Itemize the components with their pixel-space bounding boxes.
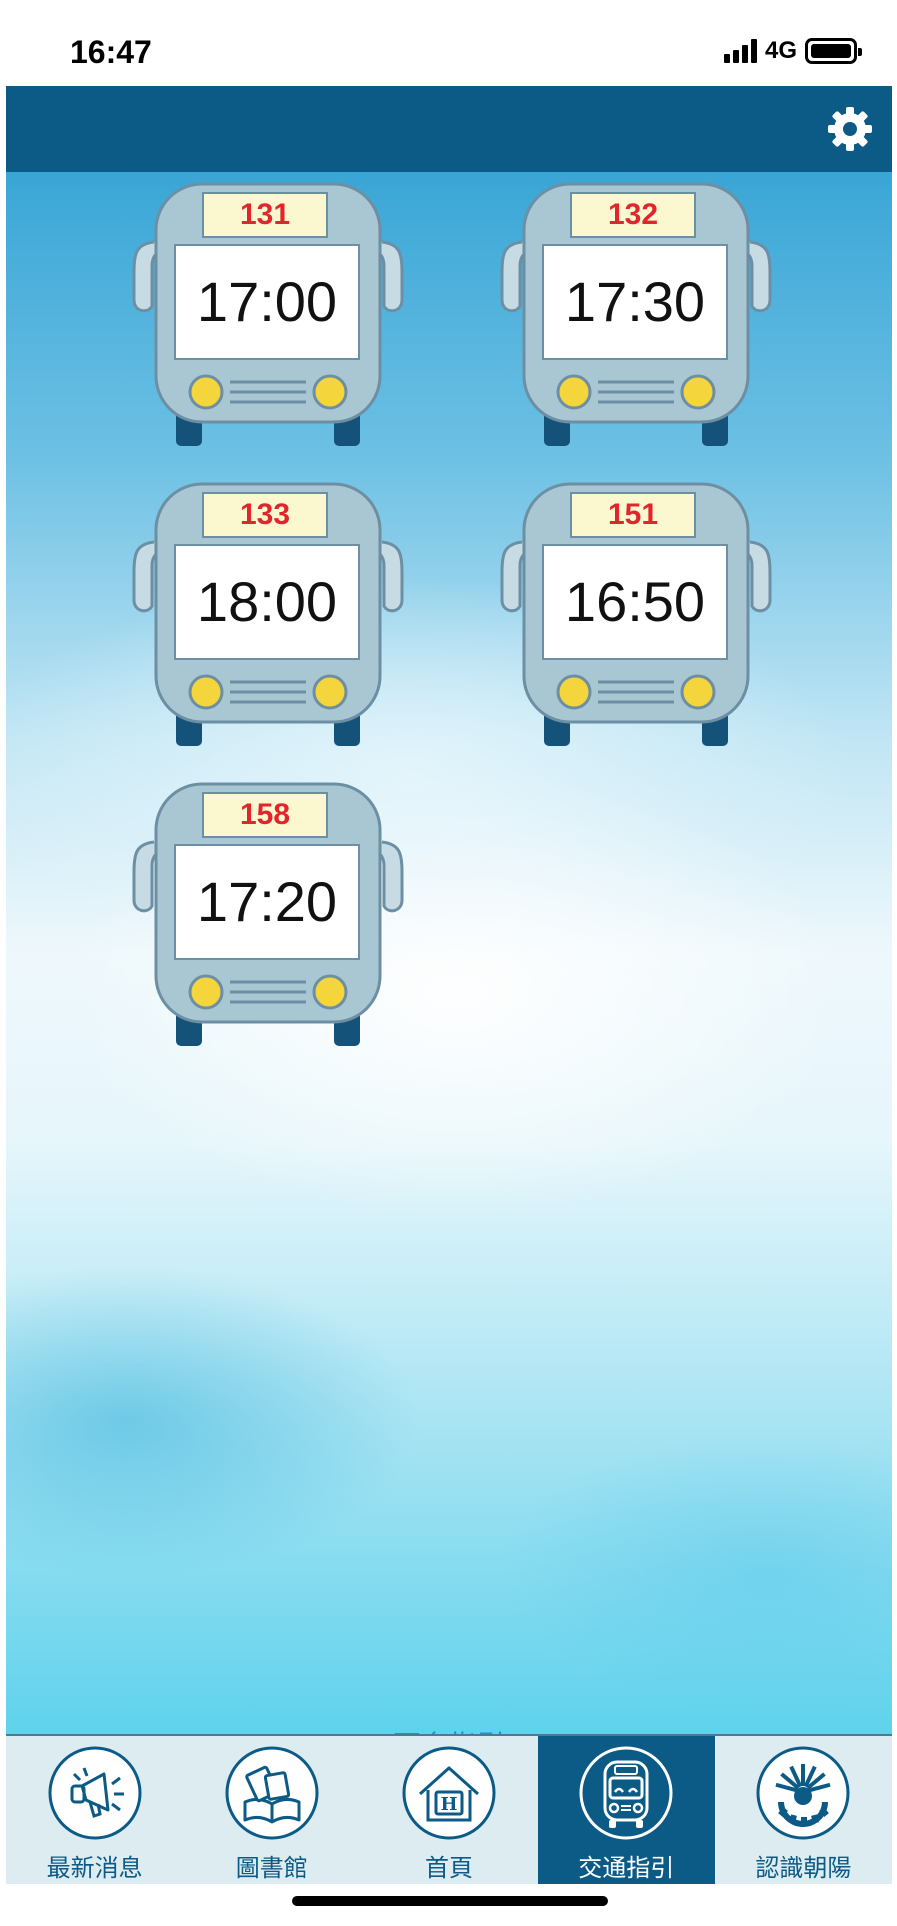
- bus-route-number: 133: [202, 492, 328, 538]
- home-indicator[interactable]: [292, 1896, 608, 1906]
- bus-schedule-area: 131 17:00 132 17:30 133 18:00 151 16:50 …: [6, 172, 892, 1762]
- tab-transport[interactable]: 交通指引: [537, 1736, 715, 1884]
- status-bar: 16:47 4G: [0, 0, 897, 86]
- tab-about[interactable]: 認識朝陽: [715, 1736, 892, 1884]
- bus-departure-time: 17:20: [174, 844, 360, 960]
- network-type: 4G: [764, 37, 797, 64]
- tab-library[interactable]: 圖書館: [183, 1736, 360, 1884]
- signal-icon: [723, 39, 757, 63]
- tab-home[interactable]: H 首頁: [360, 1736, 537, 1884]
- top-header: [6, 86, 892, 172]
- bus-route-number: 151: [570, 492, 696, 538]
- svg-text:H: H: [440, 1794, 457, 1815]
- bus-icon: [579, 1746, 673, 1840]
- tab-label: 認識朝陽: [755, 1854, 852, 1882]
- bus-departure-time: 17:00: [174, 244, 360, 360]
- status-indicators: 4G: [723, 36, 862, 66]
- bus-card-132[interactable]: 132 17:30: [486, 182, 786, 452]
- app-screen: 131 17:00 132 17:30 133 18:00 151 16:50 …: [6, 86, 892, 1884]
- battery-icon: [805, 38, 862, 64]
- bus-route-number: 131: [202, 192, 328, 238]
- gear-icon: [828, 107, 872, 151]
- megaphone-icon: [48, 1746, 142, 1840]
- home-icon: H: [402, 1746, 496, 1840]
- tab-label: 首頁: [425, 1854, 473, 1882]
- bus-card-151[interactable]: 151 16:50: [486, 482, 786, 752]
- settings-button[interactable]: [826, 105, 874, 153]
- bus-card-158[interactable]: 158 17:20: [118, 782, 418, 1052]
- bus-departure-time: 16:50: [542, 544, 728, 660]
- bus-route-number: 158: [202, 792, 328, 838]
- bus-card-133[interactable]: 133 18:00: [118, 482, 418, 752]
- tab-label: 最新消息: [46, 1854, 143, 1882]
- bus-departure-time: 18:00: [174, 544, 360, 660]
- tab-label: 交通指引: [578, 1854, 675, 1882]
- status-time: 16:47: [70, 34, 152, 70]
- tab-label: 圖書館: [235, 1854, 308, 1882]
- tab-news[interactable]: 最新消息: [6, 1736, 183, 1884]
- bus-departure-time: 17:30: [542, 244, 728, 360]
- sun-gear-logo-icon: [756, 1746, 850, 1840]
- books-icon: [225, 1746, 319, 1840]
- bus-card-131[interactable]: 131 17:00: [118, 182, 418, 452]
- bus-route-number: 132: [570, 192, 696, 238]
- bottom-tab-bar: 最新消息 圖書館 H 首頁 交通指引 認識朝陽: [6, 1734, 892, 1884]
